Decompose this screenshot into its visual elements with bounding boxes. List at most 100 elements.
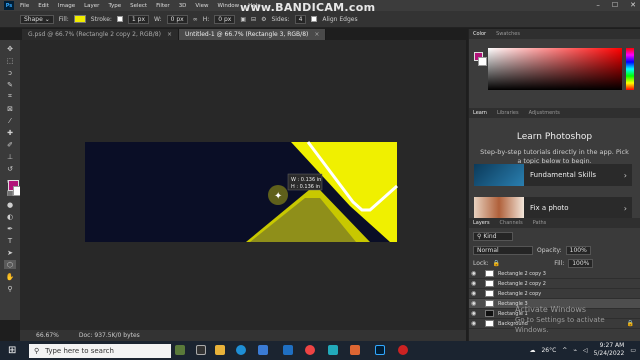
fill-field[interactable]: 100%: [568, 259, 594, 268]
path-align-icon[interactable]: ⊟: [251, 16, 256, 23]
tab-layers[interactable]: Layers: [473, 220, 490, 226]
hand-icon[interactable]: ✋: [4, 272, 16, 281]
tab-channels[interactable]: Channels: [500, 220, 523, 226]
menu-filter[interactable]: Filter: [156, 3, 170, 9]
mail-icon[interactable]: [283, 345, 293, 355]
weather-temp[interactable]: 26°C: [541, 347, 556, 354]
opacity-field[interactable]: 100%: [565, 246, 591, 255]
menu-window[interactable]: Window: [217, 3, 239, 9]
zoom-level[interactable]: 66.67%: [36, 332, 59, 339]
eye-icon[interactable]: ◉: [471, 290, 481, 297]
file-explorer-icon[interactable]: [215, 345, 225, 355]
widget-icon[interactable]: [175, 345, 185, 355]
maximize-icon[interactable]: ☐: [612, 1, 618, 9]
color-picker-field[interactable]: [488, 48, 622, 90]
eye-icon[interactable]: ◉: [471, 280, 481, 287]
fill-swatch[interactable]: [73, 15, 86, 23]
store-icon[interactable]: [258, 345, 268, 355]
notification-icon[interactable]: ▭: [630, 347, 636, 354]
tab-paths[interactable]: Paths: [533, 220, 547, 226]
card-fix-a-photo[interactable]: Fix a photo ›: [474, 197, 632, 219]
layer-row[interactable]: ◉ Rectangle 2 copy: [469, 289, 640, 299]
stroke-size-field[interactable]: 1 px: [127, 14, 150, 24]
layer-row[interactable]: ◉ Rectangle 2 copy 3: [469, 269, 640, 279]
zoom-icon[interactable]: ⚲: [4, 284, 16, 293]
taskbar-search[interactable]: ⚲ Type here to search: [29, 344, 171, 358]
bg-swatch-small[interactable]: [478, 57, 487, 66]
menu-3d[interactable]: 3D: [179, 3, 187, 9]
menu-type[interactable]: Type: [108, 3, 121, 9]
history-brush-icon[interactable]: ↺: [4, 164, 16, 173]
gear-icon[interactable]: ⚙: [261, 16, 266, 23]
layer-row[interactable]: ◉ Rectangle 2 copy 2: [469, 279, 640, 289]
app-icon[interactable]: [350, 345, 360, 355]
link-icon[interactable]: ∞: [193, 16, 198, 23]
blur-icon[interactable]: ●: [4, 200, 16, 209]
tool-mode-select[interactable]: Shape ⌄: [20, 14, 54, 24]
stroke-swatch[interactable]: [116, 16, 123, 22]
marquee-icon[interactable]: ⬚: [4, 56, 16, 65]
lock-icon[interactable]: 🔒: [493, 260, 500, 267]
healing-icon[interactable]: ✚: [4, 128, 16, 137]
eye-icon[interactable]: ◉: [471, 310, 481, 317]
eyedropper-icon[interactable]: ⁄: [4, 116, 16, 125]
windows-start-icon[interactable]: ⊞: [8, 345, 16, 356]
align-edges-label: Align Edges: [322, 15, 358, 23]
quick-select-icon[interactable]: ✎: [4, 80, 16, 89]
crop-icon[interactable]: ⌗: [4, 92, 16, 101]
menu-file[interactable]: File: [20, 3, 29, 9]
dodge-icon[interactable]: ◐: [4, 212, 16, 221]
chrome-icon[interactable]: [305, 345, 315, 355]
eye-icon[interactable]: ◉: [471, 320, 481, 327]
frame-icon[interactable]: ⊠: [4, 104, 16, 113]
network-icon[interactable]: ⌁: [573, 347, 577, 354]
tab-libraries[interactable]: Libraries: [497, 110, 519, 116]
artboard[interactable]: ✦ W : 0.136 in H : 0.136 in: [20, 40, 466, 330]
chevron-right-icon: ›: [623, 170, 627, 180]
tab-swatches[interactable]: Swatches: [496, 31, 520, 37]
menu-edit[interactable]: Edit: [38, 3, 49, 9]
card-fundamental-skills[interactable]: Fundamental Skills ›: [474, 164, 632, 186]
volume-icon[interactable]: ◁: [583, 347, 588, 354]
tab-color[interactable]: Color: [473, 31, 486, 37]
lasso-icon[interactable]: ↄ: [4, 68, 16, 77]
app-icon[interactable]: [328, 345, 338, 355]
stamp-icon[interactable]: ⊥: [4, 152, 16, 161]
clock[interactable]: 9:27 AM 5/24/2022: [594, 342, 625, 358]
menu-view[interactable]: View: [195, 3, 208, 9]
align-edges-checkbox[interactable]: [311, 16, 318, 22]
task-view-icon[interactable]: [196, 345, 206, 355]
blend-mode-select[interactable]: Normal: [473, 246, 533, 255]
path-ops-icon[interactable]: ▣: [240, 16, 246, 23]
hue-slider[interactable]: [626, 48, 634, 90]
pen-icon[interactable]: ✒: [4, 224, 16, 233]
chevron-up-icon[interactable]: ^: [562, 347, 567, 354]
height-field[interactable]: 0 px: [214, 14, 236, 24]
close-icon[interactable]: ✕: [630, 1, 636, 9]
path-select-icon[interactable]: ➤: [4, 248, 16, 257]
sides-field[interactable]: 4: [294, 14, 307, 24]
brush-icon[interactable]: ✐: [4, 140, 16, 149]
minimize-icon[interactable]: –: [596, 1, 600, 9]
menu-select[interactable]: Select: [130, 3, 147, 9]
close-tab-icon[interactable]: ×: [167, 31, 172, 38]
search-placeholder: Type here to search: [45, 347, 114, 355]
close-tab-icon[interactable]: ×: [314, 31, 319, 38]
eye-icon[interactable]: ◉: [471, 270, 481, 277]
move-icon[interactable]: ✥: [4, 44, 16, 53]
edge-icon[interactable]: [236, 345, 246, 355]
eye-icon[interactable]: ◉: [471, 300, 481, 307]
menu-layer[interactable]: Layer: [84, 3, 99, 9]
layer-kind-select[interactable]: ⚲ Kind: [473, 232, 513, 241]
width-field[interactable]: 0 px: [166, 14, 188, 24]
type-icon[interactable]: T: [4, 236, 16, 245]
tab-adjustments[interactable]: Adjustments: [529, 110, 560, 116]
tab-learn[interactable]: Learn: [473, 110, 487, 116]
photoshop-taskbar-icon[interactable]: [375, 345, 385, 355]
tab-g-psd[interactable]: G.psd @ 66.7% (Rectangle 2 copy 2, RGB/8…: [22, 29, 179, 40]
canvas-workspace[interactable]: ✦ W : 0.136 in H : 0.136 in: [20, 40, 466, 330]
menu-image[interactable]: Image: [58, 3, 75, 9]
bandicam-taskbar-icon[interactable]: [398, 345, 408, 355]
shape-icon[interactable]: ⬡: [4, 260, 16, 269]
tab-untitled-1[interactable]: Untitled-1 @ 66.7% (Rectangle 3, RGB/8) ×: [178, 29, 327, 40]
